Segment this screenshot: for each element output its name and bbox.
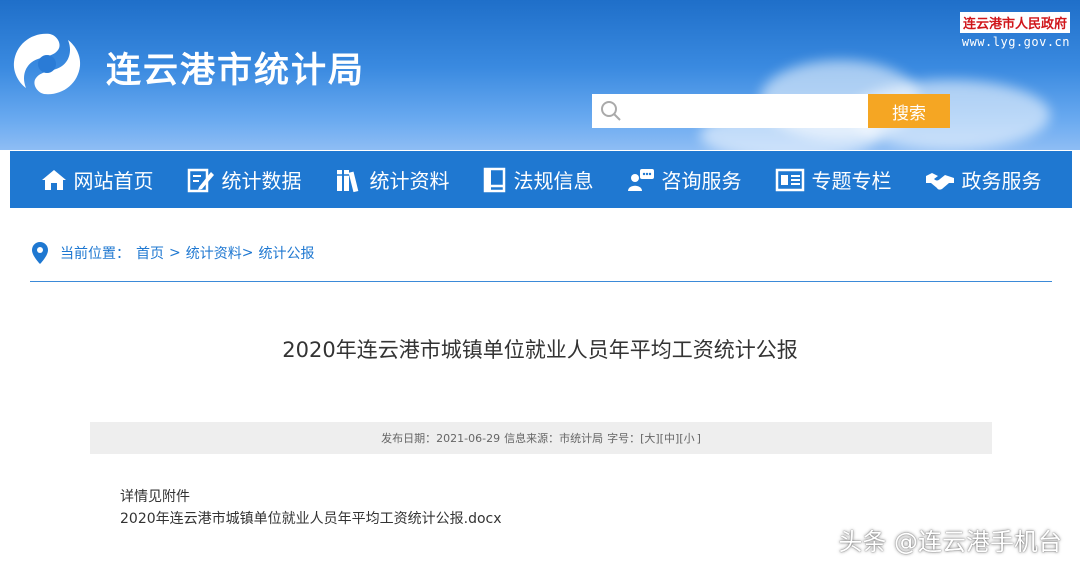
books-icon <box>336 169 358 192</box>
page: 连云港市统计局 连云港市人民政府 www.lyg.gov.cn 搜索 网站首页 <box>0 0 1080 568</box>
nav-item-home[interactable]: 网站首页 <box>41 165 154 194</box>
nav-item-topics[interactable]: 专题专栏 <box>775 165 892 194</box>
nav-item-statistics-data[interactable]: 统计数据 <box>187 165 302 194</box>
attachment-link[interactable]: 2020年连云港市城镇单位就业人员年平均工资统计公报.docx <box>120 508 502 530</box>
nav-item-statistics-materials[interactable]: 统计资料 <box>335 165 450 194</box>
breadcrumb-divider <box>30 281 1052 282</box>
consult-icon <box>627 168 654 191</box>
search-button[interactable]: 搜索 <box>868 94 950 128</box>
location-pin-icon <box>32 242 48 264</box>
breadcrumb: 当前位置： 首页 > 统计资料 > 统计公报 <box>32 242 314 264</box>
main-nav: 网站首页 统计数据 统计资料 法规信息 咨询服务 专题专栏 政务服务 <box>10 151 1072 208</box>
font-size-bracket: ][ <box>655 431 664 445</box>
edit-data-icon <box>187 168 214 192</box>
font-size-small[interactable]: 小 <box>684 430 695 446</box>
search-icon <box>601 101 621 121</box>
topic-icon <box>775 168 804 191</box>
nav-label: 统计数据 <box>221 169 302 193</box>
watermark: 头条 @连云港手机台 <box>838 528 1062 556</box>
nav-item-gov-services[interactable]: 政务服务 <box>925 165 1042 194</box>
nav-label: 法规信息 <box>513 169 594 193</box>
nav-label: 网站首页 <box>73 169 154 193</box>
breadcrumb-sep: > <box>241 245 254 261</box>
breadcrumb-prefix: 当前位置： <box>60 246 130 262</box>
search-box <box>592 94 868 128</box>
breadcrumb-materials[interactable]: 统计资料 <box>186 243 242 263</box>
site-title[interactable]: 连云港市统计局 <box>106 42 365 93</box>
font-size-close: ] <box>696 431 701 445</box>
gov-url[interactable]: www.lyg.gov.cn <box>960 35 1070 49</box>
home-icon <box>41 169 66 190</box>
nav-label: 咨询服务 <box>661 169 742 193</box>
gov-name[interactable]: 连云港市人民政府 <box>959 12 1070 33</box>
breadcrumb-home[interactable]: 首页 <box>136 243 164 263</box>
font-size-label: 字号：[ <box>607 432 645 445</box>
info-source: 信息来源：市统计局 <box>504 432 604 445</box>
font-size-bracket: ][ <box>674 431 684 445</box>
font-size-medium[interactable]: 中 <box>664 430 675 446</box>
handshake-icon <box>925 172 954 190</box>
nav-item-regulations[interactable]: 法规信息 <box>483 165 594 194</box>
law-book-icon <box>483 167 505 192</box>
nav-label: 政务服务 <box>961 169 1042 193</box>
breadcrumb-sep: > <box>169 245 181 261</box>
breadcrumb-bulletin[interactable]: 统计公报 <box>258 243 314 263</box>
article-meta: 发布日期：2021-06-29 信息来源：市统计局 字号：[ 大 ][ 中 ][… <box>90 422 992 454</box>
bureau-logo-icon[interactable] <box>10 28 84 100</box>
nav-label: 专题专栏 <box>811 169 892 193</box>
nav-item-consulting[interactable]: 咨询服务 <box>627 165 742 194</box>
nav-label: 统计资料 <box>369 169 450 193</box>
font-size-large[interactable]: 大 <box>644 430 655 446</box>
search-bar: 搜索 <box>592 94 950 128</box>
publish-date: 发布日期：2021-06-29 <box>381 432 501 445</box>
article-body: 详情见附件 2020年连云港市城镇单位就业人员年平均工资统计公报.docx <box>120 486 502 530</box>
header-banner: 连云港市统计局 连云港市人民政府 www.lyg.gov.cn 搜索 <box>0 0 1080 150</box>
article-title: 2020年连云港市城镇单位就业人员年平均工资统计公报 <box>282 338 798 362</box>
article-intro: 详情见附件 <box>120 489 190 505</box>
search-input[interactable] <box>628 96 868 126</box>
gov-badge[interactable]: 连云港市人民政府 www.lyg.gov.cn <box>959 12 1070 49</box>
